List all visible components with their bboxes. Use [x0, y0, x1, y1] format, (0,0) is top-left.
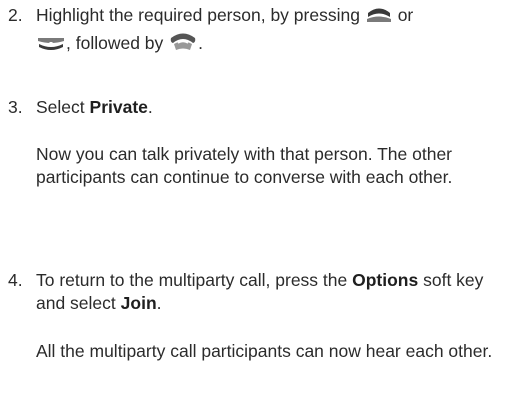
step-3: 3. Select Private.	[8, 96, 504, 119]
join-option-label: Join	[120, 293, 157, 313]
private-option-label: Private	[89, 97, 148, 117]
step-number: 3.	[8, 97, 23, 117]
call-key-icon	[168, 30, 198, 58]
step-4-text: To return to the multiparty call, press …	[36, 269, 504, 315]
step-3-suffix: .	[147, 97, 153, 117]
scroll-up-key-icon	[365, 4, 393, 30]
options-softkey-label: Options	[352, 270, 419, 290]
step-3-text: Select Private.	[36, 96, 504, 119]
manual-page: 2. Highlight the required person, by pre…	[0, 0, 506, 395]
step-4: 4. To return to the multiparty call, pre…	[8, 269, 504, 315]
join-note: All the multiparty call participants can…	[36, 341, 493, 361]
step-4-prefix: To return to the multiparty call, press …	[36, 270, 348, 290]
private-note: Now you can talk privately with that per…	[36, 144, 453, 187]
step-3-prefix: Select	[36, 97, 85, 117]
or-text: or	[397, 5, 414, 25]
step-2-text-part1: Highlight the required person, by pressi…	[36, 5, 360, 25]
step-2-text-end: .	[198, 33, 204, 53]
step-2-text-part2: , followed by	[66, 33, 164, 53]
step-4-suffix: .	[156, 293, 162, 313]
step-number: 2.	[8, 5, 23, 25]
scroll-down-key-icon	[36, 34, 66, 58]
step-2: 2. Highlight the required person, by pre…	[8, 4, 504, 58]
step-number: 4.	[8, 270, 23, 290]
step-2-text: Highlight the required person, by pressi…	[36, 4, 504, 58]
